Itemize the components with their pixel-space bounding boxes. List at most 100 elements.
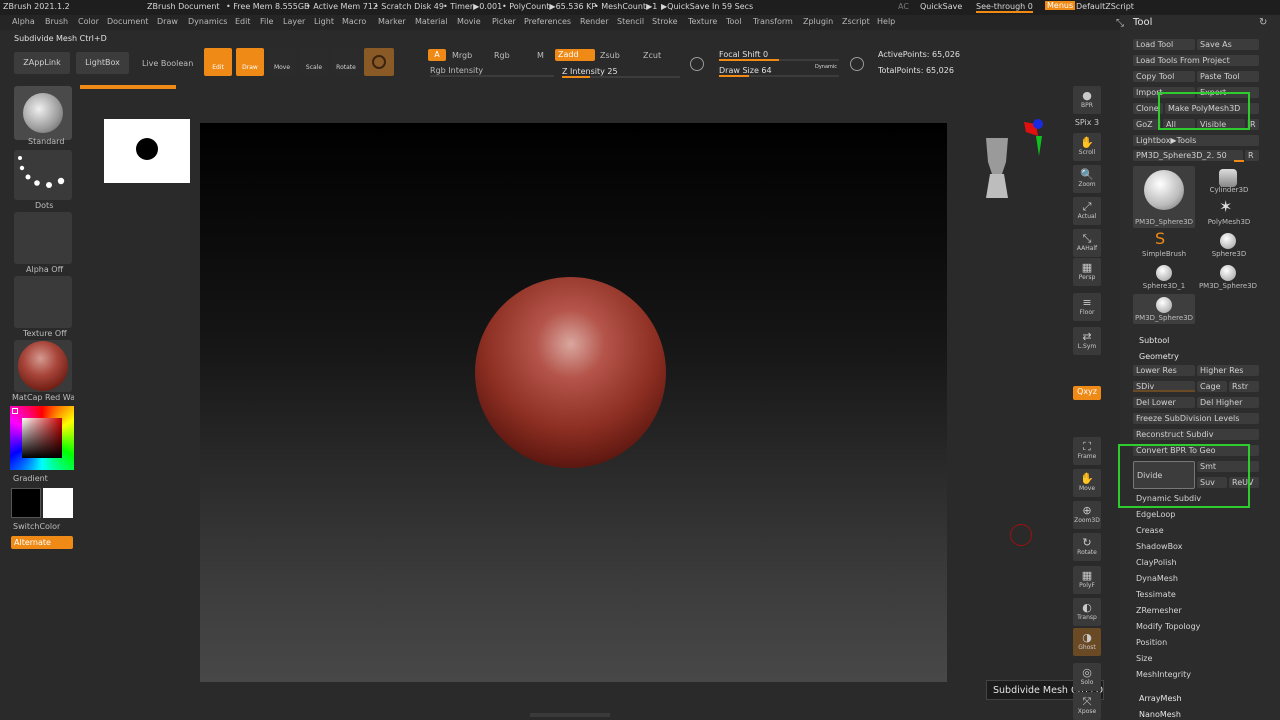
menu-dynamics[interactable]: Dynamics — [188, 17, 227, 26]
rstr-button[interactable]: Rstr — [1229, 381, 1259, 392]
section-position[interactable]: Position — [1136, 638, 1167, 647]
zcut-toggle[interactable]: Zcut — [643, 51, 661, 60]
rightshelf-scroll-button[interactable]: ✋ Scroll — [1073, 133, 1101, 161]
m-toggle[interactable]: M — [537, 51, 544, 60]
rightshelf-xyz-button[interactable]: Qxyz — [1073, 386, 1101, 400]
menu-tool[interactable]: Tool — [726, 17, 742, 26]
menu-movie[interactable]: Movie — [457, 17, 481, 26]
menu-material[interactable]: Material — [415, 17, 448, 26]
polymesh-star-icon[interactable]: ✶ — [1219, 197, 1232, 216]
material-thumbnail[interactable] — [14, 340, 72, 392]
brush-thumbnail[interactable] — [14, 86, 72, 140]
cage-button[interactable]: Cage — [1197, 381, 1227, 392]
rotate-mode-button[interactable]: Rotate — [332, 48, 360, 76]
scale-mode-button[interactable]: Scale — [300, 48, 328, 76]
rightshelf-zoom3d-button[interactable]: ⊕ Zoom3D — [1073, 501, 1101, 529]
menu-draw[interactable]: Draw — [157, 17, 178, 26]
texture-thumbnail[interactable] — [14, 276, 72, 328]
rightshelf-transp-button[interactable]: ◐ Transp — [1073, 598, 1101, 626]
live-boolean-button[interactable]: Live Boolean — [142, 59, 193, 68]
del-lower-button[interactable]: Del Lower — [1133, 397, 1195, 408]
lightbox-tools-button[interactable]: Lightbox▶Tools — [1133, 135, 1259, 146]
alpha-thumbnail[interactable] — [14, 212, 72, 264]
paste-tool-button[interactable]: Paste Tool — [1197, 71, 1259, 82]
freeze-subdiv-button[interactable]: Freeze SubDivision Levels — [1133, 413, 1259, 424]
pm3d-sphere-tool-icon-2[interactable] — [1220, 265, 1236, 281]
main-color-swatch[interactable] — [43, 488, 73, 518]
mrgb-toggle[interactable]: Mrgb — [452, 51, 472, 60]
secondary-color-swatch[interactable] — [11, 488, 41, 518]
cylinder-tool-icon[interactable] — [1219, 169, 1237, 187]
menu-macro[interactable]: Macro — [342, 17, 366, 26]
lightbox-button[interactable]: LightBox — [76, 52, 129, 74]
higher-res-button[interactable]: Higher Res — [1197, 365, 1259, 376]
rightshelf-spix-button[interactable]: SPix 3 — [1073, 117, 1101, 127]
tool-panel-pin-icon[interactable]: ⤡ — [1116, 18, 1124, 29]
canvas-scroll-handle[interactable] — [530, 713, 610, 717]
load-from-project-button[interactable]: Load Tools From Project — [1133, 55, 1259, 66]
rightshelf-persp-button[interactable]: ▦ Persp — [1073, 258, 1101, 286]
menu-zscript[interactable]: Zscript — [842, 17, 870, 26]
rightshelf-lsym-button[interactable]: ⇄ L.Sym — [1073, 327, 1101, 355]
rightshelf-ghost-button[interactable]: ◑ Ghost — [1073, 628, 1101, 656]
menu-brush[interactable]: Brush — [45, 17, 68, 26]
color-picker[interactable] — [10, 406, 74, 470]
rightshelf-move-button[interactable]: ✋ Move — [1073, 469, 1101, 497]
polyframe-icon[interactable] — [364, 48, 394, 76]
tool-r-button[interactable]: R — [1245, 150, 1259, 161]
rightshelf-solo-button[interactable]: ◎ Solo — [1073, 663, 1101, 691]
menu-picker[interactable]: Picker — [492, 17, 516, 26]
quicksave-button[interactable]: QuickSave — [920, 2, 962, 11]
dynamic-toggle[interactable]: Dynamic — [815, 64, 837, 70]
del-higher-button[interactable]: Del Higher — [1197, 397, 1259, 408]
sphere-mesh[interactable] — [475, 277, 666, 468]
zsub-toggle[interactable]: Zsub — [600, 51, 620, 60]
lower-res-button[interactable]: Lower Res — [1133, 365, 1195, 376]
color-square[interactable] — [22, 418, 62, 458]
arraymesh-section[interactable]: ArrayMesh — [1139, 694, 1182, 703]
menu-preferences[interactable]: Preferences — [524, 17, 571, 26]
geometry-section[interactable]: Geometry — [1139, 352, 1179, 361]
rightshelf-floor-button[interactable]: ≡ Floor — [1073, 293, 1101, 321]
section-tessimate[interactable]: Tessimate — [1136, 590, 1176, 599]
reconstruct-subdiv-button[interactable]: Reconstruct Subdiv — [1133, 429, 1259, 440]
section-size[interactable]: Size — [1136, 654, 1152, 663]
menu-alpha[interactable]: Alpha — [12, 17, 35, 26]
menu-transform[interactable]: Transform — [753, 17, 793, 26]
simplebrush-icon[interactable]: S — [1155, 229, 1165, 248]
menu-file[interactable]: File — [260, 17, 273, 26]
sphere3d-1-tool-icon[interactable] — [1156, 265, 1172, 281]
rightshelf-aahalf-button[interactable]: ⤡ AAHalf — [1073, 229, 1101, 257]
copy-tool-button[interactable]: Copy Tool — [1133, 71, 1195, 82]
sphere3d-tool-icon[interactable] — [1220, 233, 1236, 249]
focal-shift-slider[interactable]: Focal Shift 0 — [719, 50, 768, 59]
current-tool-slider[interactable]: PM3D_Sphere3D_2. 50 — [1133, 150, 1243, 161]
subtool-section[interactable]: Subtool — [1139, 336, 1169, 345]
section-crease[interactable]: Crease — [1136, 526, 1164, 535]
rightshelf-bpr-button[interactable]: ● BPR — [1073, 86, 1101, 114]
switchcolor-button[interactable]: SwitchColor — [13, 522, 60, 531]
nanomesh-section[interactable]: NanoMesh — [1139, 710, 1181, 719]
section-modify-topology[interactable]: Modify Topology — [1136, 622, 1200, 631]
z-intensity-slider[interactable]: Z Intensity 25 — [562, 67, 618, 76]
section-dynamesh[interactable]: DynaMesh — [1136, 574, 1178, 583]
edit-mode-button[interactable]: Edit — [204, 48, 232, 76]
zscript-button[interactable]: DefaultZScript — [1076, 2, 1134, 11]
rightshelf-zoom-button[interactable]: 🔍 Zoom — [1073, 165, 1101, 193]
stroke-thumbnail[interactable] — [14, 150, 72, 200]
menu-light[interactable]: Light — [314, 17, 334, 26]
section-shadowbox[interactable]: ShadowBox — [1136, 542, 1182, 551]
rightshelf-polyf-button[interactable]: ▦ PolyF — [1073, 566, 1101, 594]
rightshelf-actual-button[interactable]: ⤢ Actual — [1073, 197, 1101, 225]
section-claypolish[interactable]: ClayPolish — [1136, 558, 1177, 567]
section-meshintegrity[interactable]: MeshIntegrity — [1136, 670, 1191, 679]
section-zremesher[interactable]: ZRemesher — [1136, 606, 1182, 615]
section-edgeloop[interactable]: EdgeLoop — [1136, 510, 1175, 519]
menus-toggle[interactable]: Menus — [1045, 1, 1076, 10]
menu-zplugin[interactable]: Zplugin — [803, 17, 833, 26]
a-toggle[interactable]: A — [428, 49, 446, 61]
zapplink-button[interactable]: ZAppLink — [14, 52, 70, 74]
load-tool-button[interactable]: Load Tool — [1133, 39, 1195, 50]
menu-render[interactable]: Render — [580, 17, 608, 26]
menu-stroke[interactable]: Stroke — [652, 17, 678, 26]
